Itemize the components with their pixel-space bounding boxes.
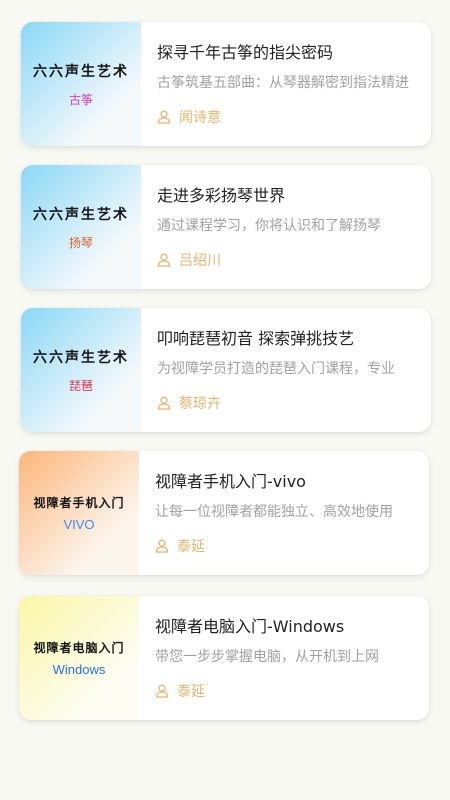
course-description: 让每一位视障者都能独立、高效地使用 [155, 504, 393, 520]
course-title: 走进多彩扬琴世界 [157, 186, 286, 205]
thumbnail-brand-text: 视障者电脑入门 [33, 641, 125, 655]
author-name: 泰延 [177, 539, 205, 555]
course-description: 通过课程学习，你将认识和了解扬琴 [157, 218, 381, 234]
course-title: 视障者手机入门-vivo [155, 472, 306, 491]
author-name: 泰延 [177, 684, 205, 700]
course-card[interactable]: 六六声生艺术 琵琶 叩响琵琶初音 探索弹挑技艺 为视障学员打造的琵琶入门课程，专… [21, 308, 431, 432]
person-icon [155, 684, 169, 698]
course-thumbnail: 视障者电脑入门 Windows [19, 596, 139, 720]
course-title: 探寻千年古筝的指尖密码 [157, 43, 334, 62]
course-author: 吕绍川 [157, 250, 221, 270]
course-thumbnail: 六六声生艺术 扬琴 [21, 165, 141, 289]
person-icon [157, 253, 171, 267]
course-card[interactable]: 视障者电脑入门 Windows 视障者电脑入门-Windows 带您一步步掌握电… [19, 596, 429, 720]
course-info: 视障者手机入门-vivo 让每一位视障者都能独立、高效地使用 泰延 [155, 451, 409, 575]
thumbnail-instrument-label: 古筝 [68, 92, 93, 107]
course-thumbnail: 六六声生艺术 古筝 [21, 22, 141, 146]
thumbnail-brand-text: 六六声生艺术 [33, 63, 129, 80]
course-author: 泰延 [155, 536, 205, 556]
course-card[interactable]: 六六声生艺术 古筝 探寻千年古筝的指尖密码 古筝筑基五部曲：从琴器解密到指法精进… [21, 22, 431, 146]
course-card[interactable]: 六六声生艺术 扬琴 走进多彩扬琴世界 通过课程学习，你将认识和了解扬琴 吕绍川 [21, 165, 431, 289]
thumbnail-brand-text: 六六声生艺术 [33, 349, 129, 366]
course-thumbnail: 六六声生艺术 琵琶 [21, 308, 141, 432]
person-icon [155, 539, 169, 553]
course-thumbnail: 视障者手机入门 VIVO [19, 451, 139, 575]
thumbnail-brand-text: 六六声生艺术 [33, 206, 129, 223]
course-description: 带您一步步掌握电脑，从开机到上网 [155, 649, 379, 665]
course-title: 叩响琵琶初音 探索弹挑技艺 [157, 329, 355, 348]
thumbnail-brand-label: VIVO [63, 517, 95, 532]
course-author: 闻诗意 [157, 107, 221, 127]
course-description: 古筝筑基五部曲：从琴器解密到指法精进 [157, 75, 409, 91]
course-info: 视障者电脑入门-Windows 带您一步步掌握电脑，从开机到上网 泰延 [155, 596, 409, 720]
thumbnail-instrument-label: 琵琶 [68, 378, 93, 393]
course-info: 走进多彩扬琴世界 通过课程学习，你将认识和了解扬琴 吕绍川 [157, 165, 411, 289]
thumbnail-brand-text: 视障者手机入门 [33, 496, 125, 510]
course-title: 视障者电脑入门-Windows [155, 617, 345, 636]
course-author: 泰延 [155, 681, 205, 701]
course-card[interactable]: 视障者手机入门 VIVO 视障者手机入门-vivo 让每一位视障者都能独立、高效… [19, 451, 429, 575]
course-author: 蔡琼卉 [157, 393, 221, 413]
course-description: 为视障学员打造的琵琶入门课程，专业 [157, 361, 395, 377]
author-name: 闻诗意 [179, 110, 221, 126]
course-info: 探寻千年古筝的指尖密码 古筝筑基五部曲：从琴器解密到指法精进 闻诗意 [157, 22, 411, 146]
course-info: 叩响琵琶初音 探索弹挑技艺 为视障学员打造的琵琶入门课程，专业 蔡琼卉 [157, 308, 411, 432]
thumbnail-brand-label: Windows [52, 662, 106, 677]
course-list: 六六声生艺术 古筝 探寻千年古筝的指尖密码 古筝筑基五部曲：从琴器解密到指法精进… [0, 0, 450, 800]
author-name: 吕绍川 [179, 253, 221, 269]
author-name: 蔡琼卉 [179, 396, 221, 412]
person-icon [157, 110, 171, 124]
thumbnail-instrument-label: 扬琴 [68, 235, 93, 250]
person-icon [157, 396, 171, 410]
